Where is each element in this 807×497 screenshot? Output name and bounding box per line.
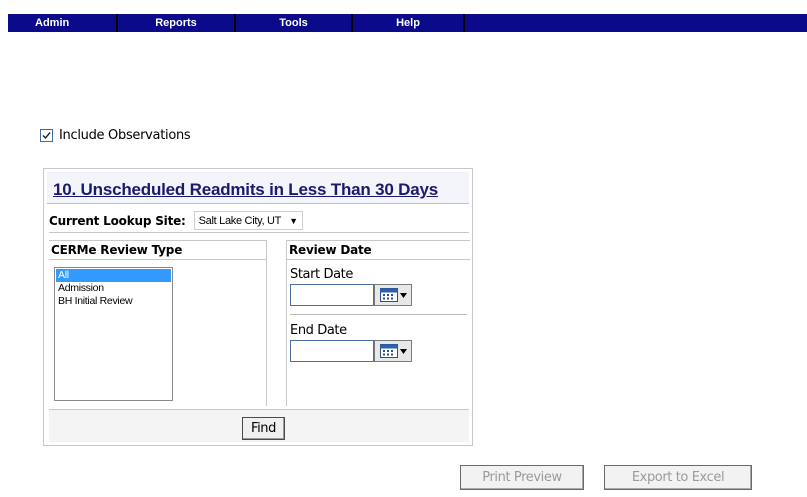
export-to-excel-button[interactable]: Export to Excel (604, 465, 752, 490)
list-item[interactable]: Admission (56, 282, 171, 295)
review-type-listbox[interactable]: All Admission BH Initial Review (54, 267, 173, 401)
report-panel: 10. Unscheduled Readmits in Less Than 30… (43, 168, 473, 446)
chevron-down-icon (399, 348, 407, 354)
menu-bar: Admin Reports Tools Help (8, 14, 807, 32)
lookup-site-select[interactable]: Salt Lake City, UT ▼ (193, 211, 303, 230)
start-date-row (290, 284, 470, 306)
end-date-calendar-button[interactable] (374, 340, 412, 362)
find-row: Find (49, 409, 469, 442)
list-item[interactable]: BH Initial Review (56, 295, 171, 308)
print-preview-button[interactable]: Print Preview (460, 465, 584, 490)
chevron-down-icon: ▼ (289, 215, 298, 226)
menu-help[interactable]: Help (353, 14, 465, 32)
menu-admin[interactable]: Admin (8, 14, 118, 32)
list-item[interactable]: All (56, 269, 171, 282)
date-separator (290, 314, 467, 315)
calendar-icon (379, 288, 398, 302)
menu-reports[interactable]: Reports (118, 14, 236, 32)
start-date-calendar-button[interactable] (374, 284, 412, 306)
end-date-input[interactable] (290, 340, 374, 362)
include-observations-label: Include Observations (59, 127, 191, 143)
review-date-column: Review Date Start Date End Date (286, 240, 470, 406)
review-type-header: CERMe Review Type (49, 240, 266, 260)
lookup-site-label: Current Lookup Site: (49, 213, 186, 228)
report-title-bar: 10. Unscheduled Readmits in Less Than 30… (47, 172, 469, 204)
end-date-row (290, 340, 470, 362)
end-date-label: End Date (290, 323, 347, 338)
check-icon (42, 131, 51, 139)
include-observations-checkbox[interactable] (40, 128, 53, 142)
calendar-icon (379, 344, 398, 358)
start-date-input[interactable] (290, 284, 374, 306)
lookup-site-row: Current Lookup Site: Salt Lake City, UT … (49, 209, 469, 233)
review-type-column: CERMe Review Type All Admission BH Initi… (49, 240, 267, 406)
include-observations-row: Include Observations (40, 126, 191, 144)
chevron-down-icon (399, 292, 407, 298)
review-date-header: Review Date (287, 240, 470, 260)
start-date-label: Start Date (290, 267, 353, 282)
lookup-site-value: Salt Lake City, UT (198, 214, 282, 227)
find-button[interactable]: Find (242, 417, 285, 440)
report-title: 10. Unscheduled Readmits in Less Than 30… (53, 180, 438, 199)
menu-tools[interactable]: Tools (236, 14, 353, 32)
